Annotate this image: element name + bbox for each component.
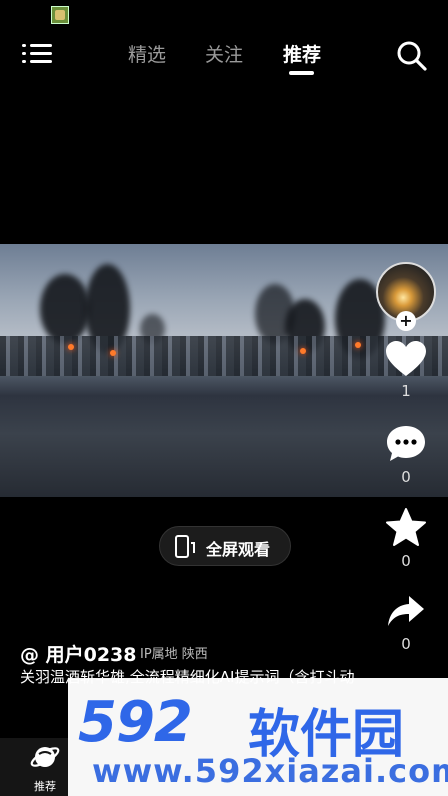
tab-following[interactable]: 关注 <box>205 40 243 67</box>
top-tabs: 精选 关注 推荐 <box>0 40 448 80</box>
fullscreen-button[interactable]: 全屏观看 <box>159 526 291 566</box>
app-notification-icon <box>51 6 69 24</box>
ip-location: IP属地 陕西 <box>140 647 208 662</box>
fullscreen-label: 全屏观看 <box>206 540 271 559</box>
comment-icon <box>387 426 425 461</box>
comment-count: 0 <box>401 468 411 486</box>
follow-plus-icon[interactable]: + <box>396 311 416 331</box>
tab-featured[interactable]: 精选 <box>128 40 166 67</box>
share-button[interactable]: 0 <box>380 593 432 653</box>
bottom-nav-recommend-label: 推荐 <box>34 780 56 793</box>
planet-icon <box>30 747 60 767</box>
watermark-overlay: 592 软件园 www.592xiazai.com <box>68 678 448 796</box>
watermark-url: www.592xiazai.com <box>92 752 448 790</box>
like-heart-icon <box>386 341 426 376</box>
bottom-nav-recommend[interactable]: 推荐 <box>20 742 70 796</box>
comment-button[interactable]: 0 <box>380 424 432 486</box>
favorite-button[interactable]: 0 <box>380 508 432 570</box>
favorite-count: 0 <box>401 552 411 570</box>
tab-recommend[interactable]: 推荐 <box>283 40 321 67</box>
share-count: 0 <box>401 635 411 653</box>
search-icon[interactable] <box>396 40 428 72</box>
favorite-star-icon <box>386 508 426 546</box>
watermark-logo: 592 <box>78 690 193 755</box>
like-count: 1 <box>401 382 411 400</box>
author-username[interactable]: @ 用户0238 <box>20 640 137 667</box>
share-arrow-icon <box>388 596 424 626</box>
active-tab-indicator <box>289 71 314 75</box>
like-button[interactable]: 1 <box>380 340 432 400</box>
phone-fullscreen-icon <box>175 535 195 558</box>
